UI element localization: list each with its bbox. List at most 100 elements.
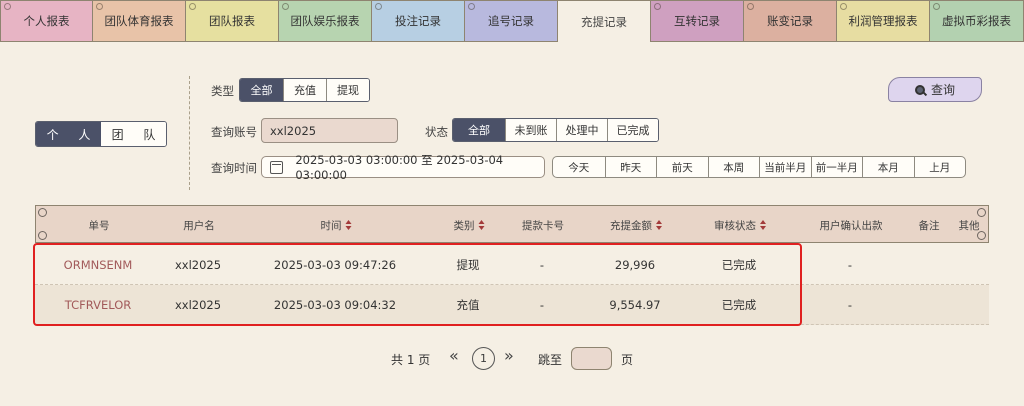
- username-cell: xxl2025: [174, 258, 222, 272]
- account-label: 查询账号: [211, 125, 257, 139]
- sort-icon: [656, 220, 662, 230]
- tab-corner-icon: [747, 3, 754, 10]
- filter-divider: [189, 76, 190, 190]
- quick-range-day-before[interactable]: 前天: [656, 157, 708, 177]
- quick-range-previous-half-month[interactable]: 前一半月: [810, 157, 863, 177]
- jump-page-input[interactable]: [571, 347, 612, 370]
- tab-team-report[interactable]: 团队报表: [186, 0, 279, 42]
- status-completed-button[interactable]: 已完成: [607, 119, 658, 141]
- page-unit-label: 页: [621, 352, 634, 367]
- account-input[interactable]: xxl2025: [261, 118, 398, 143]
- category-cell: 充值: [456, 298, 480, 312]
- calendar-icon: [270, 160, 284, 174]
- tab-corner-icon: [933, 3, 940, 10]
- sort-icon: [760, 220, 766, 230]
- scope-team-button[interactable]: 团 队: [101, 122, 166, 146]
- tab-label: 充提记录: [581, 14, 627, 29]
- review-status-cell: 已完成: [721, 258, 757, 272]
- tab-profit-management-report[interactable]: 利润管理报表: [837, 0, 930, 42]
- quick-range-this-week[interactable]: 本周: [707, 157, 760, 177]
- search-icon: [914, 84, 925, 95]
- table-row: TCFRVELOR xxl2025 2025-03-03 09:04:32 充值…: [35, 285, 989, 325]
- scope-toggle: 个 人 团 队: [35, 121, 167, 147]
- tab-team-sports-report[interactable]: 团队体育报表: [93, 0, 186, 42]
- withdraw-card-cell: -: [539, 258, 545, 272]
- sort-icon: [478, 220, 485, 230]
- quick-range-yesterday[interactable]: 昨天: [604, 157, 657, 177]
- col-amount[interactable]: 充提金额: [610, 206, 662, 244]
- review-status-cell: 已完成: [721, 298, 757, 312]
- date-range-value: 2025-03-03 03:00:00 至 2025-03-04 03:00:0…: [295, 153, 504, 182]
- tab-bet-records[interactable]: 投注记录: [372, 0, 465, 42]
- col-other: 其他: [958, 219, 980, 232]
- type-withdraw-button[interactable]: 提现: [326, 79, 369, 101]
- col-category-label: 类别: [453, 219, 475, 232]
- tab-label: 追号记录: [488, 14, 534, 28]
- type-all-button[interactable]: 全部: [240, 79, 283, 101]
- quick-range-group: 今天 昨天 前天 本周 当前半月 前一半月 本月 上月: [552, 156, 966, 178]
- type-filter: 全部 充值 提现: [239, 78, 370, 102]
- date-range-picker[interactable]: 2025-03-03 03:00:00 至 2025-03-04 03:00:0…: [261, 153, 545, 182]
- tab-team-entertainment-report[interactable]: 团队娱乐报表: [279, 0, 372, 42]
- query-button-label: 查询: [930, 83, 955, 97]
- tab-label: 个人报表: [23, 14, 70, 28]
- time-cell: 2025-03-03 09:47:26: [273, 258, 397, 272]
- tab-label: 团队报表: [209, 14, 255, 28]
- sort-icon: [345, 220, 352, 230]
- tab-label: 账变记录: [767, 14, 813, 28]
- tab-label: 团队体育报表: [104, 14, 174, 28]
- quick-range-current-half-month[interactable]: 当前半月: [759, 157, 811, 177]
- status-label: 状态: [425, 125, 448, 139]
- tab-corner-icon: [654, 3, 661, 10]
- next-page-icon[interactable]: »: [504, 346, 514, 365]
- tab-label: 团队娱乐报表: [290, 14, 360, 28]
- jump-label: 跳至: [538, 352, 563, 367]
- tab-corner-icon: [96, 3, 103, 10]
- tab-chase-records[interactable]: 追号记录: [465, 0, 558, 42]
- col-time[interactable]: 时间: [321, 206, 352, 244]
- amount-cell: 29,996: [614, 258, 656, 272]
- tab-corner-icon: [840, 3, 847, 10]
- page-total: 共 1 页: [391, 352, 431, 367]
- order-no-cell[interactable]: ORMNSENM: [64, 245, 133, 285]
- tab-transfer-records[interactable]: 互转记录: [651, 0, 744, 42]
- table-header: 单号 用户名 时间 类别 提款卡号 充提金额 审核状态 用户确认出款 备注 其他: [35, 205, 989, 243]
- status-not-arrived-button[interactable]: 未到账: [505, 119, 556, 141]
- amount-cell: 9,554.97: [609, 298, 661, 312]
- tab-deposit-withdraw-records[interactable]: 充提记录: [558, 0, 651, 42]
- col-order-no: 单号: [88, 219, 110, 232]
- quick-range-today[interactable]: 今天: [553, 157, 605, 177]
- user-confirm-cell: -: [847, 258, 853, 272]
- col-user-confirm: 用户确认出款: [819, 219, 883, 232]
- query-button[interactable]: 查询: [888, 77, 982, 102]
- tab-account-change-records[interactable]: 账变记录: [744, 0, 837, 42]
- status-processing-button[interactable]: 处理中: [556, 119, 607, 141]
- scope-personal-button[interactable]: 个 人: [36, 122, 101, 146]
- tab-corner-icon: [375, 3, 382, 10]
- quick-range-last-month[interactable]: 上月: [913, 157, 966, 177]
- tab-label: 利润管理报表: [848, 14, 918, 28]
- category-cell: 提现: [456, 258, 480, 272]
- col-review-status[interactable]: 审核状态: [714, 206, 766, 244]
- report-tabs: 个人报表 团队体育报表 团队报表 团队娱乐报表 投注记录 追号记录 充提记录 互…: [0, 0, 1024, 42]
- type-deposit-button[interactable]: 充值: [283, 79, 326, 101]
- tab-corner-icon: [4, 3, 11, 10]
- col-review-status-label: 审核状态: [714, 219, 756, 232]
- status-filter: 全部 未到账 处理中 已完成: [452, 118, 659, 142]
- col-remark: 备注: [918, 219, 940, 232]
- tab-corner-icon: [189, 3, 196, 10]
- quick-range-this-month[interactable]: 本月: [862, 157, 914, 177]
- time-label: 查询时间: [211, 161, 257, 175]
- withdraw-card-cell: -: [539, 298, 545, 312]
- col-amount-label: 充提金额: [610, 219, 652, 232]
- status-all-button[interactable]: 全部: [453, 119, 505, 141]
- current-page-button[interactable]: 1: [472, 347, 495, 370]
- order-no-cell[interactable]: TCFRVELOR: [65, 285, 132, 325]
- tab-personal-report[interactable]: 个人报表: [0, 0, 93, 42]
- table-row: ORMNSENM xxl2025 2025-03-03 09:47:26 提现 …: [35, 245, 989, 285]
- col-withdraw-card: 提款卡号: [522, 219, 564, 232]
- user-confirm-cell: -: [847, 298, 853, 312]
- prev-page-icon[interactable]: «: [449, 346, 459, 365]
- tab-crypto-lottery-report[interactable]: 虚拟币彩报表: [930, 0, 1024, 42]
- col-category[interactable]: 类别: [454, 206, 485, 244]
